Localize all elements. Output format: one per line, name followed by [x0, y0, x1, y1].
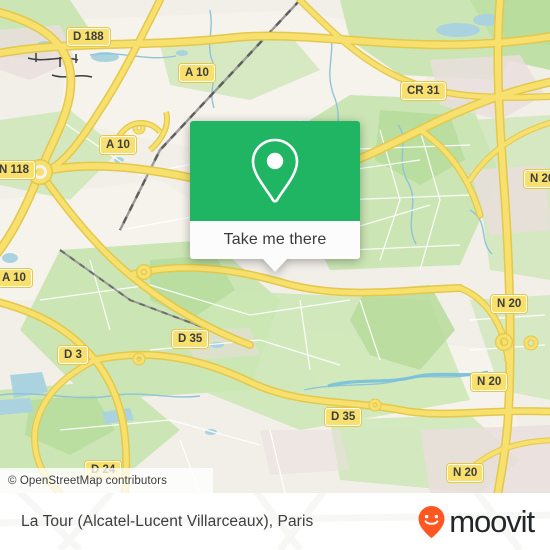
road-shield-label: N 20 [453, 467, 478, 479]
road-shield-label: A 10 [106, 139, 130, 151]
footer-bar: La Tour (Alcatel-Lucent Villarceaux), Pa… [0, 493, 550, 550]
road-shield-cr31: CR 31 [401, 82, 446, 100]
road-shield-n20-bottom: N 20 [447, 464, 484, 482]
map-popup-card[interactable]: Take me there [190, 121, 360, 272]
map-pin-icon [251, 138, 299, 203]
road-shield-d35-west: D 35 [172, 330, 209, 348]
road-shield-label: D 188 [73, 31, 104, 43]
road-shield-n118: N 118 [0, 161, 36, 179]
road-shield-a10-mid: A 10 [100, 136, 136, 154]
map-page: D 188 A 10 CR 31 A 10 N 118 N 20 A 10 N 20 D 35 D… [0, 0, 550, 550]
road-shield-label: N 20 [497, 298, 522, 310]
road-shield-a10-top: A 10 [179, 64, 215, 82]
road-shield-n20-east: N 20 [524, 170, 550, 188]
popup-image [190, 121, 360, 221]
osm-attribution-text: © OpenStreetMap contributors [8, 474, 167, 487]
road-shield-label: A 10 [185, 67, 209, 79]
road-shield-label: D 35 [178, 333, 203, 345]
road-shield-a10-left: A 10 [0, 269, 32, 287]
road-shield-label: N 20 [530, 173, 550, 185]
moovit-pin-icon [418, 505, 445, 538]
popup-tail [262, 258, 288, 272]
road-shield-label: D 35 [331, 411, 356, 423]
road-shield-label: D 3 [64, 349, 82, 361]
place-title: La Tour (Alcatel-Lucent Villarceaux), Pa… [21, 512, 314, 530]
popup-body: Take me there [190, 121, 360, 259]
footer-content: La Tour (Alcatel-Lucent Villarceaux), Pa… [0, 493, 550, 550]
moovit-wordmark: moovit [449, 504, 535, 539]
osm-attribution[interactable]: © OpenStreetMap contributors [0, 468, 213, 493]
moovit-logo[interactable]: moovit [417, 504, 535, 539]
road-shield-label: A 10 [2, 272, 26, 284]
road-shield-d3: D 3 [58, 346, 88, 364]
road-shield-label: CR 31 [407, 85, 440, 97]
road-shield-n20-lower: N 20 [471, 373, 508, 391]
road-shield-d35-east: D 35 [325, 408, 362, 426]
road-shield-d188: D 188 [67, 28, 110, 46]
road-shield-label: N 118 [0, 164, 30, 176]
road-shield-n20-right: N 20 [491, 295, 528, 313]
road-shield-label: N 20 [477, 376, 502, 388]
popup-caption[interactable]: Take me there [190, 221, 360, 259]
